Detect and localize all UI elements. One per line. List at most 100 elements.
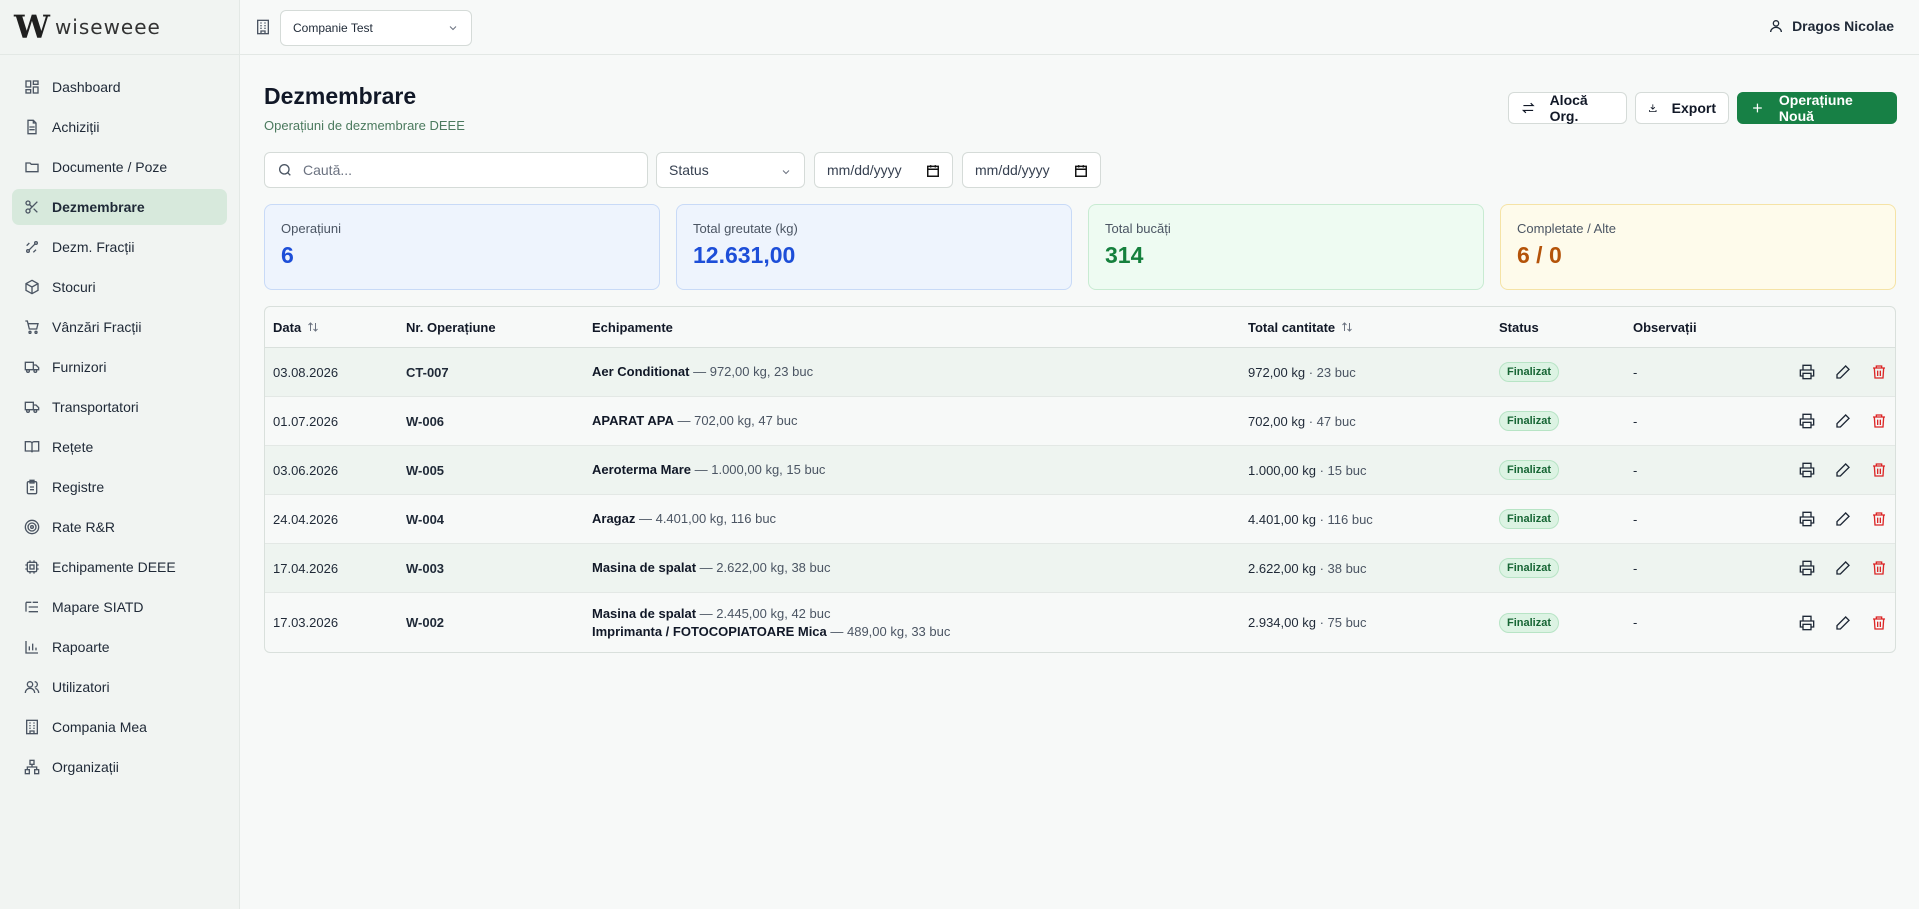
sidebar-item-label: Registre [52, 479, 105, 495]
user-menu[interactable]: Dragos Nicolae [1768, 18, 1894, 34]
sidebar-item-echipamente-deee[interactable]: Echipamente DEEE [12, 549, 227, 585]
target-icon [24, 519, 40, 535]
company-select[interactable]: Companie Test [280, 10, 472, 46]
edit-icon[interactable] [1835, 364, 1851, 380]
company-select-value: Companie Test [293, 21, 373, 35]
table-row[interactable]: 17.03.2026 W-002 Masina de spalat — 2.445,… [265, 593, 1895, 652]
stat-card-total-pieces: Total bucăți 314 [1088, 204, 1484, 290]
print-icon[interactable] [1799, 615, 1815, 631]
equipment-detail: — 2.445,00 kg, 42 buc [696, 605, 831, 621]
table-row[interactable]: 03.06.2026 W-005 Aeroterma Mare — 1.000,00… [265, 446, 1895, 495]
equipment-line: Masina de spalat — 2.622,00 kg, 38 buc [592, 559, 1248, 577]
export-button[interactable]: Export [1635, 92, 1729, 124]
equipment-line: Aeroterma Mare — 1.000,00 kg, 15 buc [592, 461, 1248, 479]
cell-equipment: Aragaz — 4.401,00 kg, 116 buc [592, 510, 1248, 528]
column-header-date[interactable]: Data [265, 320, 406, 335]
edit-icon[interactable] [1835, 511, 1851, 527]
date-from-input[interactable]: mm/dd/yyyy [814, 152, 953, 188]
cell-date: 17.03.2026 [273, 615, 339, 630]
status-select[interactable]: Status [656, 152, 805, 188]
sidebar-nav: Dashboard Achiziții Documente / Poze Dez… [0, 55, 239, 785]
table-row[interactable]: 17.04.2026 W-003 Masina de spalat — 2.622,… [265, 544, 1895, 593]
sidebar-item-label: Rețete [52, 439, 94, 455]
sidebar-item-furnizori[interactable]: Furnizori [12, 349, 227, 385]
print-icon[interactable] [1799, 511, 1815, 527]
equipment-name: Imprimanta / FOTOCOPIATOARE Mica [592, 623, 827, 639]
table-row[interactable]: 03.08.2026 CT-007 Aer Conditionat — 972,00… [265, 348, 1895, 397]
cell-actions [1771, 462, 1895, 478]
sidebar-item-vanzari-fractii[interactable]: Vânzări Fracții [12, 309, 227, 345]
sort-icon[interactable] [307, 321, 319, 333]
cell-total: 2.934,00 kg · 75 buc [1248, 615, 1499, 630]
cell-date: 03.06.2026 [273, 462, 339, 478]
print-icon[interactable] [1799, 560, 1815, 576]
cell-total: 972,00 kg · 23 buc [1248, 365, 1499, 380]
cell-notes: - [1633, 511, 1638, 527]
sidebar-item-mapare-siatd[interactable]: Mapare SIATD [12, 589, 227, 625]
sidebar-item-label: Rapoarte [52, 639, 110, 655]
plus-icon [1753, 103, 1762, 113]
sidebar-item-label: Documente / Poze [52, 159, 168, 175]
delete-icon[interactable] [1871, 615, 1887, 631]
sidebar-item-achizitii[interactable]: Achiziții [12, 109, 227, 145]
logo[interactable]: W wiseweee [0, 0, 239, 55]
column-header-total[interactable]: Total cantitate [1248, 320, 1499, 335]
edit-icon[interactable] [1835, 560, 1851, 576]
sidebar-item-rapoarte[interactable]: Rapoarte [12, 629, 227, 665]
sidebar-item-transportatori[interactable]: Transportatori [12, 389, 227, 425]
sidebar-item-dashboard[interactable]: Dashboard [12, 69, 227, 105]
equipment-line: Aragaz — 4.401,00 kg, 116 buc [592, 510, 1248, 528]
sidebar-item-documente[interactable]: Documente / Poze [12, 149, 227, 185]
new-operation-label: Operațiune Nouă [1778, 92, 1853, 124]
sidebar-item-utilizatori[interactable]: Utilizatori [12, 669, 227, 705]
sort-icon[interactable] [1341, 321, 1353, 333]
total-kg: 2.934,00 kg [1248, 615, 1316, 630]
calendar-icon[interactable] [926, 164, 940, 178]
search-placeholder: Caută... [303, 162, 353, 178]
new-operation-button[interactable]: Operațiune Nouă [1737, 92, 1897, 124]
cell-nr: W-005 [406, 462, 445, 478]
allocate-org-button[interactable]: Alocă Org. [1508, 92, 1627, 124]
equipment-detail: — 489,00 kg, 33 buc [826, 623, 951, 639]
delete-icon[interactable] [1871, 413, 1887, 429]
stat-label: Total bucăți [1105, 221, 1171, 236]
print-icon[interactable] [1799, 462, 1815, 478]
sidebar-item-stocuri[interactable]: Stocuri [12, 269, 227, 305]
sidebar-item-dezm-fractii[interactable]: Dezm. Fracții [12, 229, 227, 265]
total-buc: · 75 buc [1315, 615, 1367, 630]
header-label: Total cantitate [1248, 319, 1336, 335]
book-icon [24, 439, 40, 455]
sidebar-item-rate-rr[interactable]: Rate R&R [12, 509, 227, 545]
delete-icon[interactable] [1871, 560, 1887, 576]
sidebar-item-organizatii[interactable]: Organizații [12, 749, 227, 785]
delete-icon[interactable] [1871, 511, 1887, 527]
edit-icon[interactable] [1835, 413, 1851, 429]
delete-icon[interactable] [1871, 462, 1887, 478]
split-icon [24, 239, 40, 255]
chevron-down-icon [447, 22, 459, 34]
total-kg: 972,00 kg [1248, 364, 1306, 380]
print-icon[interactable] [1799, 364, 1815, 380]
calendar-icon[interactable] [1074, 164, 1088, 178]
table-row[interactable]: 24.04.2026 W-004 Aragaz — 4.401,00 kg, 116… [265, 495, 1895, 544]
cell-equipment: Aer Conditionat — 972,00 kg, 23 buc [592, 363, 1248, 381]
edit-icon[interactable] [1835, 615, 1851, 631]
total-kg: 702,00 kg [1248, 413, 1306, 429]
column-header-equipment: Echipamente [592, 319, 673, 335]
cell-actions [1771, 560, 1895, 576]
edit-icon[interactable] [1835, 462, 1851, 478]
sidebar-item-label: Stocuri [52, 279, 96, 295]
header-label: Data [273, 319, 302, 335]
print-icon[interactable] [1799, 413, 1815, 429]
cell-notes: - [1633, 560, 1638, 576]
sidebar-item-retete[interactable]: Rețete [12, 429, 227, 465]
sidebar-item-registre[interactable]: Registre [12, 469, 227, 505]
status-badge: Finalizat [1499, 460, 1560, 480]
delete-icon[interactable] [1871, 364, 1887, 380]
sidebar-item-dezmembrare[interactable]: Dezmembrare [12, 189, 227, 225]
sidebar-item-compania-mea[interactable]: Compania Mea [12, 709, 227, 745]
date-to-input[interactable]: mm/dd/yyyy [962, 152, 1101, 188]
stat-label: Total greutate (kg) [693, 221, 798, 236]
table-row[interactable]: 01.07.2026 W-006 APARAT APA — 702,00 kg, 4… [265, 397, 1895, 446]
search-input[interactable]: Caută... [264, 152, 648, 188]
